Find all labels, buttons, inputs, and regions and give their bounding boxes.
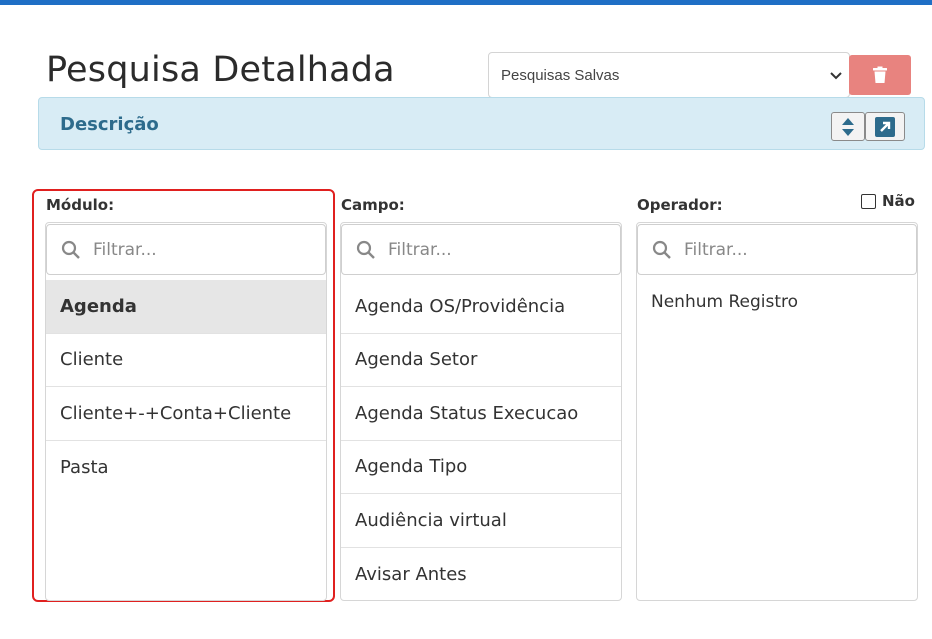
campo-panel: Filtrar... Agenda OS/Providência Agenda … [340,222,622,601]
campo-list: Agenda OS/Providência Agenda Setor Agend… [341,280,621,601]
list-item[interactable]: Audiência virtual [341,494,621,548]
operador-panel: Filtrar... Nenhum Registro [636,222,918,601]
checkbox-box[interactable] [861,193,876,209]
operador-label: Operador: [637,196,723,214]
description-label: Descrição [60,114,159,135]
search-icon [356,240,375,259]
saved-searches-select[interactable]: Pesquisas Salvas [488,52,850,98]
trash-icon [873,66,887,83]
list-item[interactable]: Agenda [46,280,326,334]
list-item[interactable]: Cliente [46,334,326,387]
search-icon [652,240,671,259]
chevron-down-icon [830,72,842,80]
page-title: Pesquisa Detalhada [46,50,395,90]
modulo-list: Agenda Cliente Cliente+-+Conta+Cliente P… [46,280,326,494]
sort-icon [842,117,854,136]
filter-placeholder: Filtrar... [93,239,157,260]
search-icon [61,240,80,259]
list-item[interactable]: Pasta [46,441,326,495]
filter-placeholder: Filtrar... [388,239,452,260]
list-item[interactable]: Agenda Status Execucao [341,387,621,441]
modulo-filter-input[interactable]: Filtrar... [46,224,326,275]
modulo-panel: Filtrar... Agenda Cliente Cliente+-+Cont… [45,222,327,601]
campo-filter-input[interactable]: Filtrar... [341,224,621,275]
list-item[interactable]: Avisar Antes [341,548,621,601]
delete-search-button[interactable] [849,55,911,95]
saved-searches-value: Pesquisas Salvas [501,66,620,84]
expand-button[interactable] [865,112,905,141]
list-item[interactable]: Agenda Setor [341,334,621,387]
negate-label: Não [882,192,915,210]
filter-placeholder: Filtrar... [684,239,748,260]
description-section[interactable]: Descrição [38,97,925,150]
list-item[interactable]: Cliente+-+Conta+Cliente [46,387,326,441]
list-item[interactable]: Agenda Tipo [341,441,621,494]
list-item[interactable]: Agenda OS/Providência [341,280,621,334]
operador-filter-input[interactable]: Filtrar... [637,224,917,275]
sort-button[interactable] [831,112,865,141]
external-link-icon [875,116,895,137]
negate-checkbox[interactable]: Não [861,192,915,210]
campo-label: Campo: [341,196,405,214]
empty-message: Nenhum Registro [651,292,799,312]
top-accent-bar [0,0,932,5]
